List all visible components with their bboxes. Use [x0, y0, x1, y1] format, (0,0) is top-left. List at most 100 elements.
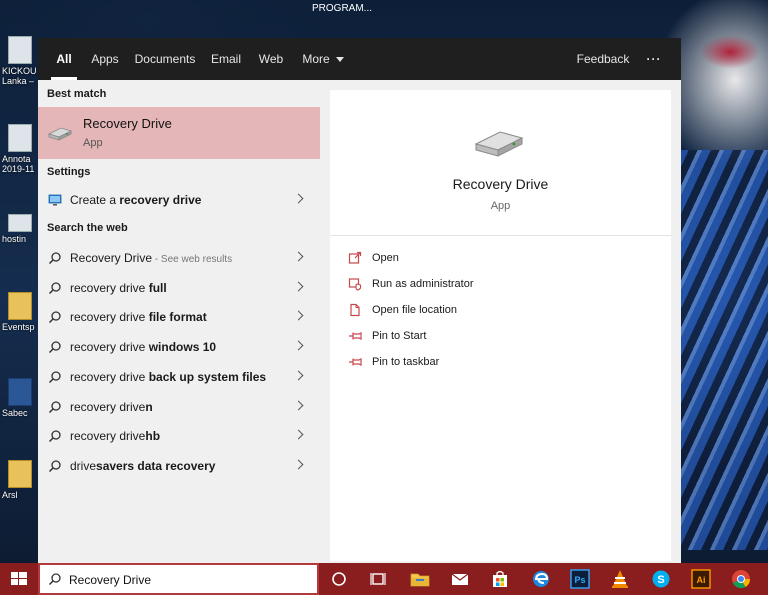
web-result-label: recovery drive file format: [70, 310, 207, 325]
search-icon: [48, 252, 61, 265]
wallpaper-detail: [700, 35, 760, 69]
settings-heading: Settings: [47, 166, 91, 178]
store-icon[interactable]: [489, 568, 511, 590]
search-icon: [48, 282, 61, 294]
desktop-icon-label: KICKOU Lanka –: [2, 66, 37, 86]
drive-icon: [474, 131, 524, 157]
web-result-label: recovery drive windows 10: [70, 340, 217, 355]
desktop-top-label: PROGRAM...: [312, 3, 373, 14]
drive-icon: [47, 127, 73, 141]
chevron-right-icon[interactable]: [293, 281, 304, 292]
document-icon: [8, 124, 32, 152]
web-result-item[interactable]: recovery drivehb: [38, 421, 320, 451]
desktop-icon[interactable]: Annota 2019-11: [2, 124, 38, 174]
desktop-icon[interactable]: Arsl: [2, 460, 38, 500]
chrome-icon[interactable]: [730, 568, 752, 590]
chevron-right-icon[interactable]: [293, 370, 304, 381]
pin-icon: [349, 358, 362, 366]
open-icon: [348, 251, 362, 264]
desktop-icon-label: Eventsp: [2, 322, 35, 332]
desktop-icon[interactable]: Sabec: [2, 378, 38, 418]
windows-start-icon[interactable]: [0, 563, 38, 595]
desktop-icon-label: Annota 2019-11: [2, 154, 35, 174]
web-result-label: Recovery Drive - See web results: [70, 251, 233, 265]
desktop-icon[interactable]: hostin: [2, 214, 38, 244]
desktop-icon[interactable]: KICKOU Lanka –: [2, 36, 38, 86]
web-result-item[interactable]: recovery drive windows 10: [38, 332, 320, 362]
web-search-heading: Search the web: [47, 222, 128, 234]
search-icon: [48, 311, 61, 324]
wallpaper-detail: [680, 150, 768, 550]
web-result-item[interactable]: recovery drive file format: [38, 302, 320, 332]
chevron-right-icon[interactable]: [293, 340, 304, 351]
search-icon: [48, 430, 61, 443]
chevron-right-icon[interactable]: [293, 400, 304, 410]
svg-text:Ps: Ps: [574, 575, 585, 585]
search-icon: [48, 341, 61, 354]
feedback-button[interactable]: Feedback: [574, 38, 632, 80]
best-match-item[interactable]: Recovery Drive App: [38, 107, 320, 159]
skype-icon[interactable]: S: [650, 568, 672, 590]
preview-app-subtitle: App: [490, 200, 511, 212]
tab-more[interactable]: More: [300, 38, 346, 80]
tab-web[interactable]: Web: [256, 38, 286, 80]
file-explorer-icon[interactable]: [409, 568, 431, 590]
file-location-icon: [350, 303, 360, 317]
search-icon: [48, 371, 61, 383]
photoshop-icon[interactable]: Ps: [569, 568, 591, 590]
chevron-right-icon[interactable]: [293, 251, 304, 262]
shield-icon: [348, 278, 362, 291]
taskbar-search-box[interactable]: [38, 563, 319, 595]
chevron-right-icon[interactable]: [293, 459, 304, 470]
search-icon: [48, 460, 61, 472]
web-result-label: recovery drive back up system files: [70, 369, 267, 384]
web-result-item[interactable]: drivesavers data recovery: [38, 451, 320, 481]
monitor-settings-icon: [48, 194, 62, 206]
preview-app-title: Recovery Drive: [452, 176, 549, 192]
task-view-icon[interactable]: [367, 568, 389, 590]
search-input[interactable]: [69, 571, 309, 589]
best-match-subtitle: App: [83, 137, 103, 149]
best-match-title: Recovery Drive: [83, 116, 172, 131]
tab-documents[interactable]: Documents: [134, 38, 196, 80]
chevron-down-icon: [335, 57, 344, 63]
svg-text:Ai: Ai: [697, 575, 706, 585]
web-result-label: drivesavers data recovery: [70, 458, 216, 473]
more-options-button[interactable]: ···: [641, 38, 667, 80]
word-document-icon: [8, 378, 32, 406]
best-match-heading: Best match: [47, 88, 107, 100]
folder-icon: [8, 292, 32, 320]
document-icon: [8, 36, 32, 64]
pin-icon: [349, 332, 362, 340]
chevron-right-icon[interactable]: [293, 193, 304, 204]
cortana-icon[interactable]: [328, 568, 350, 590]
app-preview-pane: Recovery Drive App Open Run as administr…: [330, 90, 671, 561]
desktop-icon[interactable]: Eventsp: [2, 292, 38, 332]
svg-text:S: S: [657, 574, 664, 586]
document-icon: [8, 214, 32, 232]
mail-icon[interactable]: [449, 568, 471, 590]
web-result-item[interactable]: recovery drive full: [38, 273, 320, 303]
results-list: Best match Recovery Drive App Settings C…: [38, 80, 320, 563]
folder-icon: [8, 460, 32, 488]
tab-all[interactable]: All: [51, 38, 77, 80]
vlc-icon[interactable]: [609, 568, 631, 590]
tab-email[interactable]: Email: [208, 38, 244, 80]
illustrator-icon[interactable]: Ai: [690, 568, 712, 590]
web-result-item[interactable]: recovery drive back up system files: [38, 362, 320, 392]
desktop-icon-label: Arsl: [2, 490, 18, 500]
settings-result-item[interactable]: Create a recovery drive: [38, 185, 320, 215]
web-result-label: recovery drivehb: [70, 429, 161, 444]
chevron-right-icon[interactable]: [293, 429, 304, 440]
web-result-label: recovery drive full: [70, 280, 167, 295]
web-result-item[interactable]: Recovery Drive - See web results: [38, 243, 320, 273]
search-icon: [48, 400, 61, 413]
web-result-label: recovery driven: [70, 399, 153, 414]
tab-apps[interactable]: Apps: [88, 38, 122, 80]
search-tab-bar: All Apps Documents Email Web More Feedba…: [38, 38, 681, 80]
taskbar: Ps S Ai: [0, 563, 768, 595]
edge-icon[interactable]: [530, 568, 552, 590]
search-panel: All Apps Documents Email Web More Feedba…: [38, 38, 681, 563]
web-result-item[interactable]: recovery driven: [38, 392, 320, 422]
chevron-right-icon[interactable]: [293, 310, 304, 321]
